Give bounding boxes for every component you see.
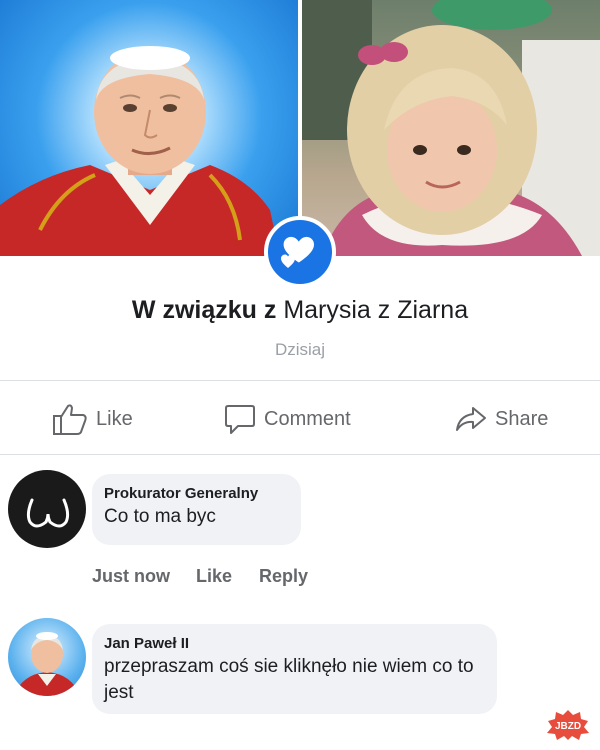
share-button[interactable]: Share	[455, 388, 548, 450]
pope-avatar-image	[14, 632, 80, 696]
hearts-icon	[281, 236, 314, 268]
comment-text: przepraszam coś sie kliknęło nie wiem co…	[104, 656, 474, 703]
comment-button[interactable]: Comment	[224, 388, 351, 450]
comment-icon	[225, 405, 255, 434]
divider-top	[0, 380, 600, 381]
like-label: Like	[96, 407, 133, 430]
watermark-text: JBZD	[555, 721, 581, 732]
comment-like-link[interactable]: Like	[196, 566, 232, 587]
partner-name[interactable]: Marysia z Ziarna	[283, 296, 468, 324]
comment-author[interactable]: Prokurator Generalny	[104, 484, 289, 504]
comment-label: Comment	[264, 407, 351, 430]
relationship-heart-badge	[264, 216, 336, 288]
comment-bubble-1: Prokurator Generalny Co to ma byc	[92, 474, 301, 545]
butt-doodle-icon	[26, 498, 70, 528]
comment-bubble-2: Jan Paweł II przepraszam coś sie kliknęł…	[92, 624, 497, 714]
comment-text: Co to ma byc	[104, 506, 216, 527]
post-date: Dzisiaj	[274, 340, 326, 359]
post-actions: Like Comment Share	[0, 388, 600, 450]
jbzd-watermark: JBZD	[546, 710, 590, 740]
relationship-headline: W związku z Marysia z Ziarna	[0, 296, 600, 325]
like-button[interactable]: Like	[52, 388, 133, 450]
share-label: Share	[495, 407, 549, 430]
share-icon	[456, 407, 486, 431]
avatar-jan-pawel[interactable]	[8, 618, 86, 696]
divider-bottom	[0, 454, 600, 455]
girl-photo[interactable]	[302, 0, 600, 256]
avatar-prokurator[interactable]	[8, 470, 86, 548]
comment-time: Just now	[92, 566, 171, 586]
comment-reply-link[interactable]: Reply	[259, 566, 308, 587]
pope-photo[interactable]	[0, 0, 298, 256]
comment-author[interactable]: Jan Paweł II	[104, 634, 485, 654]
thumbs-up-icon	[53, 404, 87, 435]
relationship-prefix: W związku z	[131, 296, 277, 324]
